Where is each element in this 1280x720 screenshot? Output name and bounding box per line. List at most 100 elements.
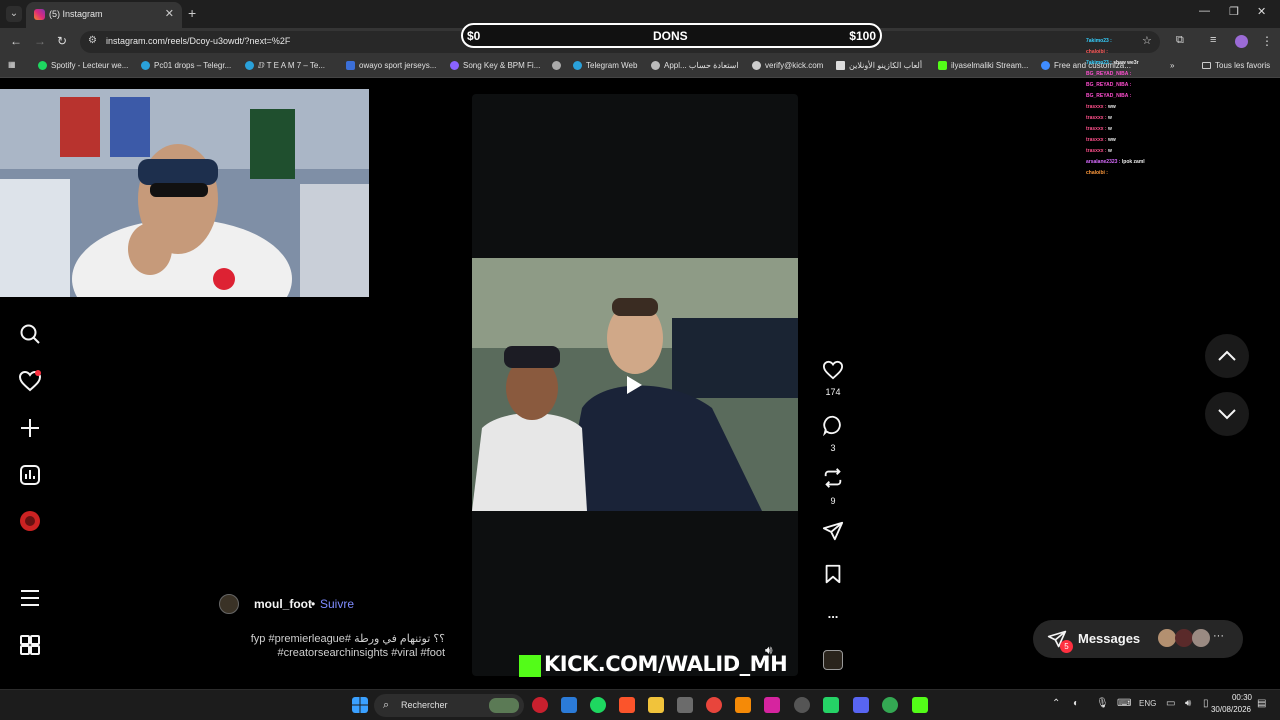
messages-badge: 5 [1060, 640, 1073, 653]
bookmark-casino[interactable]: ألعاب الكازينو الأونلاين [836, 61, 922, 70]
chat-line: 7akimo23 : shaw we3r [1086, 60, 1139, 66]
bookmark-kick-verify[interactable]: verify@kick.com [752, 61, 823, 70]
all-bookmarks[interactable]: Tous les favoris [1202, 61, 1270, 70]
microphone-icon[interactable]: 🎙︎ [1096, 698, 1109, 709]
repost-action[interactable]: 9 [820, 467, 846, 506]
clock-time[interactable]: 00:30 [1226, 693, 1252, 702]
chrome-icon[interactable] [706, 697, 722, 713]
tray-app-icon[interactable]: ◐ [1073, 698, 1079, 709]
whatsapp-icon[interactable] [823, 697, 839, 713]
messages-button[interactable]: 5 Messages ··· [1033, 620, 1243, 658]
media-icon[interactable]: ≡ [1210, 34, 1216, 46]
brave-icon[interactable] [619, 697, 635, 713]
store-icon[interactable] [677, 697, 693, 713]
app-icon-shield[interactable] [561, 697, 577, 713]
notifications-icon[interactable]: ▤ [1257, 698, 1266, 709]
taskbar-search[interactable]: ⌕ Rechercher [374, 694, 524, 717]
instagram-favicon-icon [34, 9, 45, 20]
globe-icon [752, 61, 761, 70]
follow-button[interactable]: Suivre [320, 597, 354, 611]
chat-line: arsalane2323 : lpok zaml [1086, 159, 1145, 165]
telegram-icon [245, 61, 254, 70]
volume-tray-icon[interactable]: 🔊︎ [1185, 698, 1191, 709]
reload-icon[interactable]: ↻ [57, 34, 67, 48]
menu-dots-icon[interactable]: ⋮ [1261, 34, 1273, 48]
spotify-taskbar-icon[interactable] [590, 697, 606, 713]
share-action[interactable] [820, 520, 846, 547]
bookmark-apple[interactable]: Appl... استعادة حساب [651, 61, 739, 70]
apps-grid-icon[interactable]: ▦ [8, 60, 16, 69]
bookmark-globe[interactable] [552, 61, 561, 70]
clock-date[interactable]: 30/08/2026 [1205, 705, 1251, 714]
instagram-taskbar-icon[interactable] [764, 697, 780, 713]
share-icon[interactable] [822, 520, 844, 542]
like-count: 174 [825, 387, 841, 397]
bookmark-spotify[interactable]: Spotify - Lecteur we... [38, 61, 128, 70]
minimize-icon[interactable]: — [1199, 5, 1210, 17]
dashboard-chart-icon[interactable] [18, 463, 42, 487]
kick-taskbar-icon[interactable] [912, 697, 928, 713]
tab-search-button[interactable]: ⌄ [6, 6, 22, 22]
chat-line: chaloibi : [1086, 49, 1108, 55]
caption-line-2[interactable]: #creatorsearchinsights #viral #foot [230, 647, 445, 659]
maximize-icon[interactable]: ❐ [1229, 5, 1239, 18]
tab-instagram[interactable]: (5) Instagram ✕ [26, 2, 182, 28]
discord-icon[interactable] [853, 697, 869, 713]
bookmark-icon[interactable] [822, 563, 844, 585]
chat-line: BG_REYAD_NIBA : [1086, 93, 1132, 99]
kick-icon [938, 61, 947, 70]
donation-label: DONS [653, 29, 688, 43]
owayo-icon [346, 61, 355, 70]
bookmark-team7[interactable]: ⅅ T E A M 7 – Te... [245, 61, 325, 70]
profile-avatar-icon[interactable] [18, 509, 42, 533]
bookmark-songkey[interactable]: Song Key & BPM Fi... [450, 61, 540, 70]
profile-avatar[interactable] [1235, 35, 1248, 48]
save-action[interactable] [820, 563, 846, 590]
site-info-icon[interactable]: ⚙ [88, 35, 97, 46]
streamer-webcam [0, 89, 369, 297]
donation-max: $100 [849, 29, 876, 43]
back-icon[interactable]: ← [10, 34, 22, 48]
more-menu-icon[interactable] [18, 586, 42, 610]
keyboard-icon[interactable]: ⌨ [1117, 698, 1131, 709]
app-icon-gear[interactable] [794, 697, 810, 713]
author-name[interactable]: moul_foot [254, 597, 312, 611]
bookmark-telegram-web[interactable]: Telegram Web [573, 61, 637, 70]
heart-icon[interactable] [822, 360, 844, 380]
chevron-up-icon [1218, 350, 1236, 361]
network-icon[interactable]: ▭ [1166, 698, 1175, 709]
comment-action[interactable]: 3 [820, 414, 846, 453]
bookmark-owayo[interactable]: owayo sport jerseys... [346, 61, 436, 70]
new-tab-button[interactable]: + [188, 5, 196, 21]
notifications-heart-icon[interactable] [18, 369, 42, 393]
tray-chevron-icon[interactable]: ⌃ [1052, 698, 1060, 709]
vlc-icon[interactable] [735, 697, 751, 713]
forward-icon[interactable]: → [34, 34, 46, 48]
song-key-icon [450, 61, 459, 70]
create-plus-icon[interactable] [18, 416, 42, 440]
windows-start-icon[interactable] [352, 697, 368, 713]
also-from-meta-icon[interactable] [18, 633, 42, 657]
more-options-button[interactable]: ... [820, 606, 846, 621]
chrome-active-icon[interactable] [882, 697, 898, 713]
file-explorer-icon[interactable] [648, 697, 664, 713]
repost-icon[interactable] [822, 467, 844, 489]
audio-thumbnail[interactable] [823, 650, 843, 670]
previous-reel-button[interactable] [1205, 334, 1249, 378]
apple-icon [651, 61, 660, 70]
bookmark-kick-stream[interactable]: ilyaselmaliki Stream... [938, 61, 1028, 70]
reel-thumbnail[interactable] [472, 258, 798, 511]
like-action[interactable]: 174 [820, 360, 846, 397]
search-label: Rechercher [401, 700, 448, 710]
tab-close-icon[interactable]: ✕ [165, 7, 174, 20]
next-reel-button[interactable] [1205, 392, 1249, 436]
search-icon[interactable] [18, 322, 42, 346]
close-window-icon[interactable]: ✕ [1257, 5, 1266, 18]
comment-icon[interactable] [822, 414, 844, 437]
url-text[interactable]: instagram.com/reels/Dcoy-u3owdt/?next=%2… [106, 36, 290, 46]
app-icon-red[interactable] [532, 697, 548, 713]
language-indicator[interactable]: ENG [1139, 699, 1156, 708]
bookmark-pc01[interactable]: Pc01 drops – Telegr... [141, 61, 231, 70]
repost-count: 9 [830, 496, 836, 506]
author-avatar[interactable] [219, 594, 239, 614]
